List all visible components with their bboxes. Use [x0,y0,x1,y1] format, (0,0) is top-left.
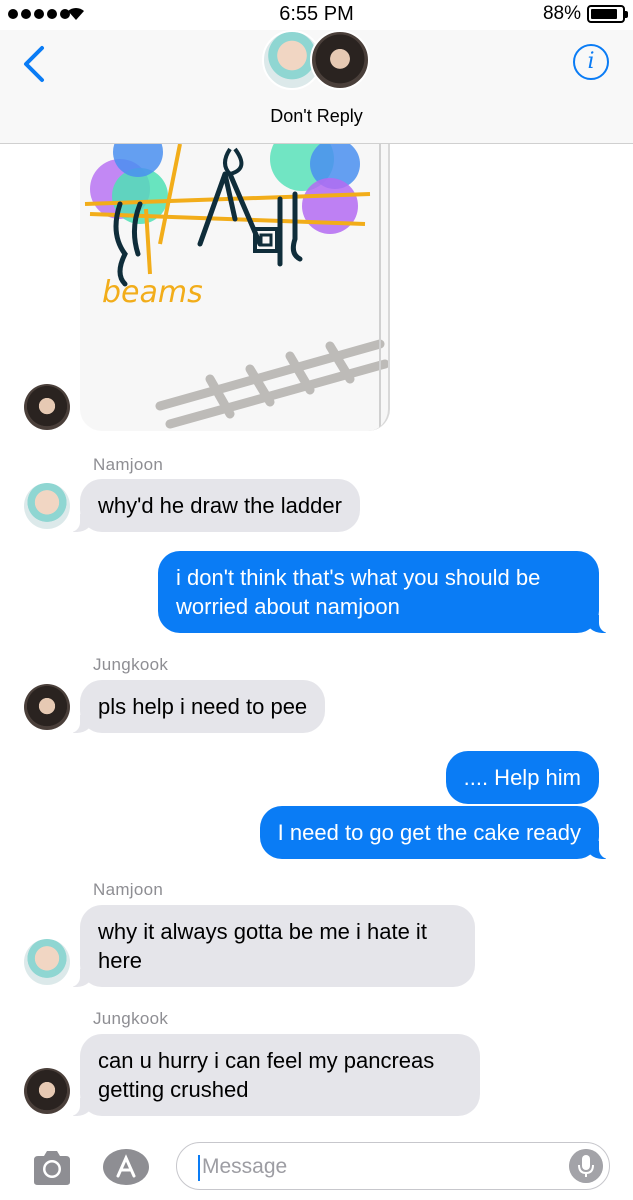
group-avatars[interactable] [262,30,372,92]
incoming-message[interactable]: can u hurry i can feel my pancreas getti… [70,1034,480,1116]
avatar-jungkook[interactable] [24,384,70,430]
incoming-message[interactable]: pls help i need to pee [69,680,326,733]
avatar-jungkook [310,30,370,90]
message-list[interactable]: beams Namjoon why'd he draw the ladder i… [0,144,633,1134]
drawing-sketch: beams [84,144,388,431]
status-bar: 6:55 PM 88% [0,0,633,30]
battery-icon [587,5,628,23]
message-input[interactable]: Message [176,1142,610,1190]
group-name[interactable]: Don't Reply [0,106,633,127]
avatar-jungkook[interactable] [24,1068,70,1114]
avatar-namjoon[interactable] [24,483,70,529]
drawing-label: beams [102,275,203,310]
outgoing-message[interactable]: .... Help him [445,751,599,804]
avatar-jungkook[interactable] [24,684,70,730]
status-time: 6:55 PM [279,3,354,25]
text-caret [198,1155,200,1181]
incoming-message[interactable]: why'd he draw the ladder [70,479,360,532]
message-placeholder: Message [202,1155,288,1178]
chevron-left-icon[interactable] [20,44,50,84]
sender-name: Namjoon [93,880,164,899]
sender-name: Jungkook [93,1009,169,1028]
compose-bar: Message [0,1134,633,1200]
avatar-namjoon[interactable] [24,939,70,985]
microphone-icon[interactable] [569,1149,603,1183]
battery-percentage: 88% [542,3,581,24]
outgoing-message[interactable]: i don't think that's what you should be … [158,551,609,633]
info-icon[interactable]: i [573,44,609,80]
sender-name: Jungkook [93,655,169,674]
sender-name: Namjoon [93,455,164,474]
incoming-message[interactable]: why it always gotta be me i hate it here [70,905,475,987]
app-store-icon[interactable] [102,1148,150,1186]
drawing-image[interactable]: beams [80,144,390,431]
conversation-header: Don't Reply i [0,30,633,144]
camera-icon[interactable] [30,1148,74,1188]
outgoing-message[interactable]: I need to go get the cake ready [259,806,610,859]
